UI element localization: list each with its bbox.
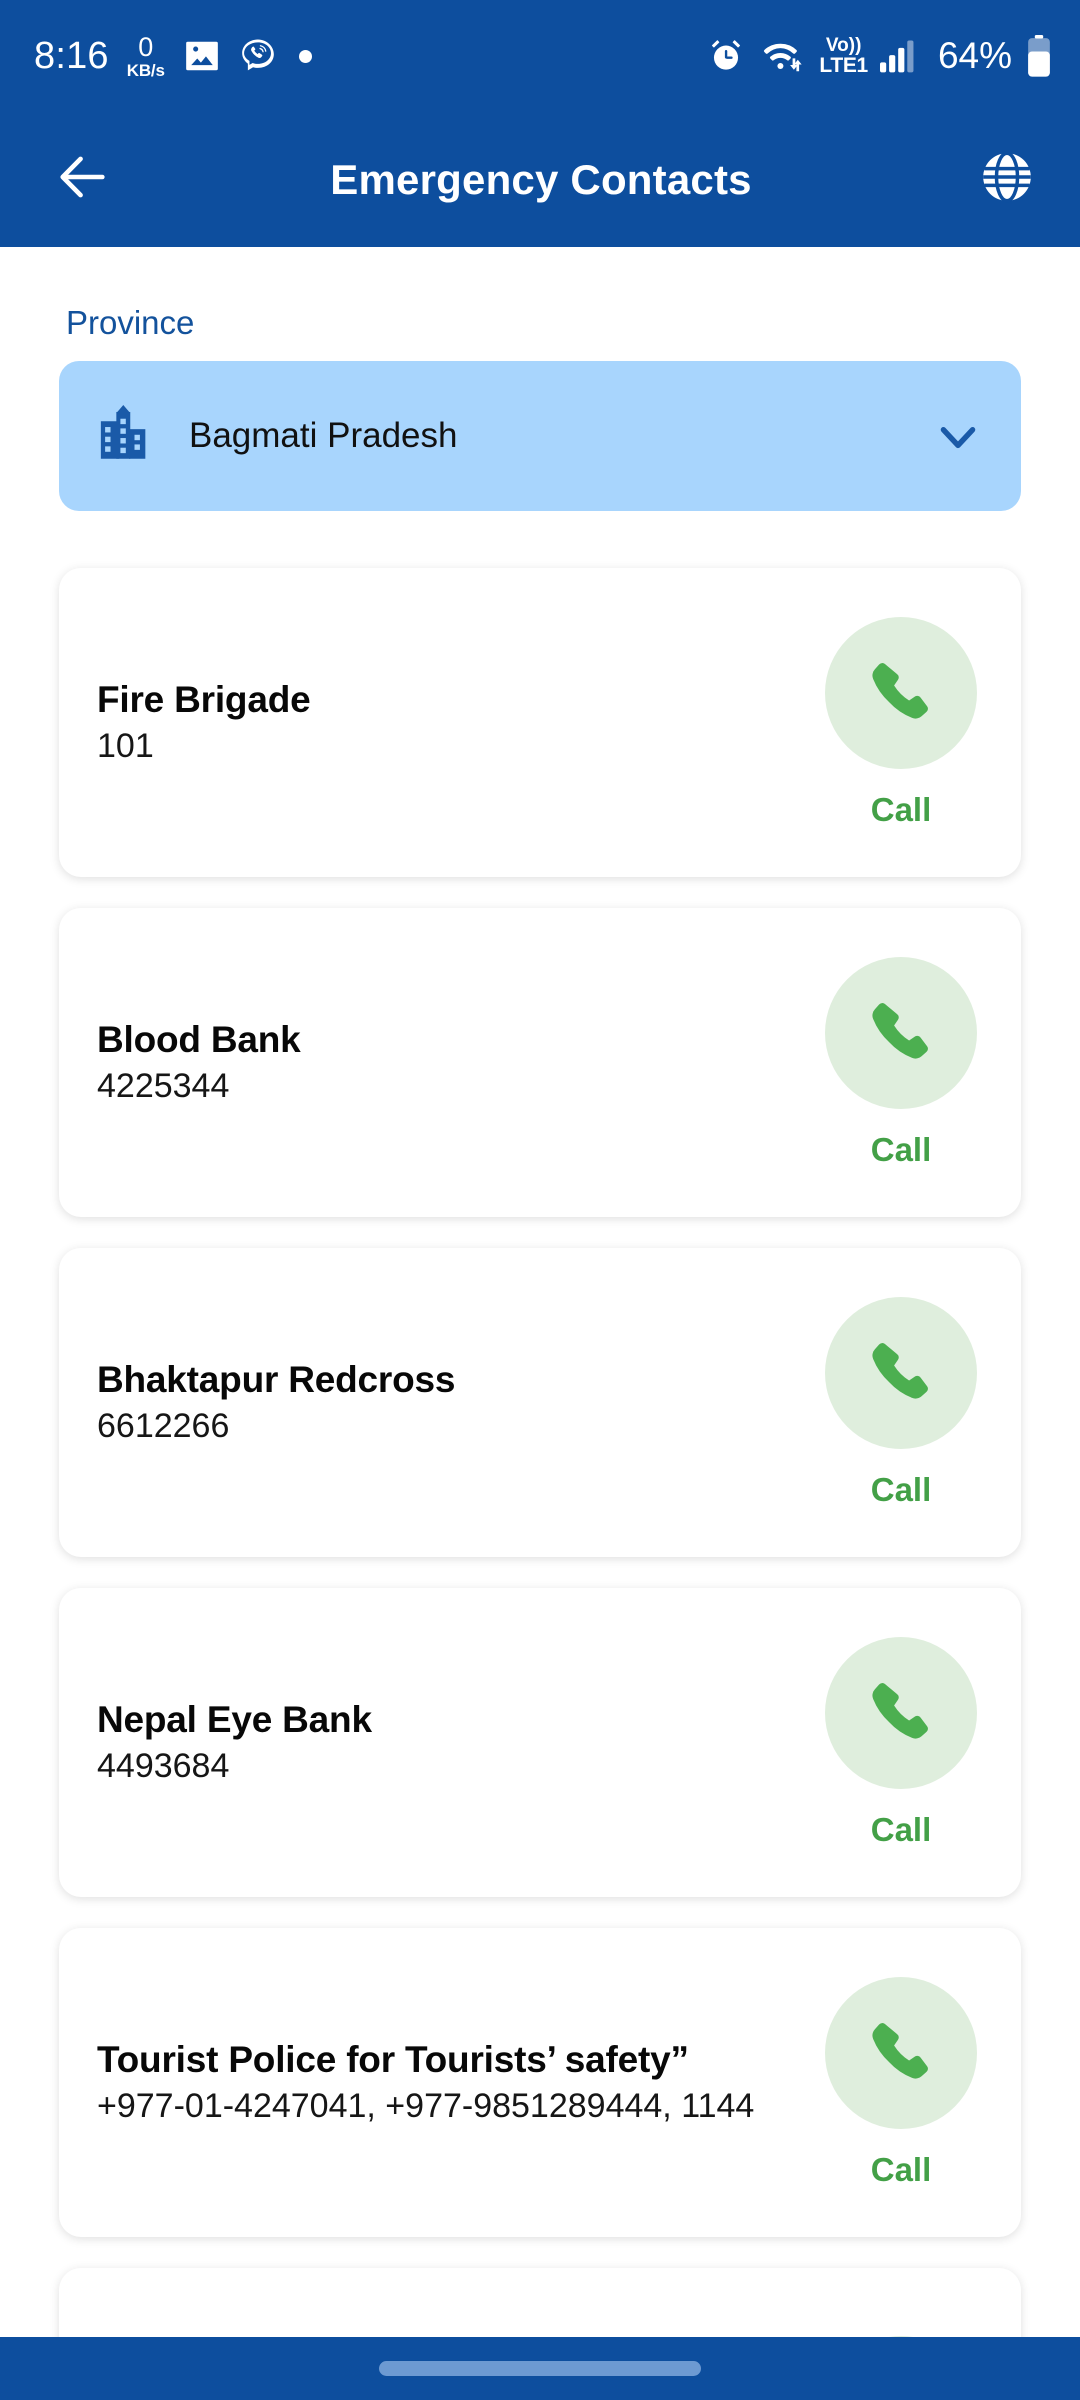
status-bar-right: Vo)) LTE1 64%	[707, 35, 1052, 77]
call-button[interactable]	[825, 1636, 977, 1789]
call-label: Call	[870, 790, 932, 828]
chevron-down-icon[interactable]	[933, 411, 983, 461]
status-bar: 8:16 0 KB/s Vo)) LTE1 64%	[0, 0, 1080, 112]
status-bar-left: 8:16 0 KB/s	[34, 31, 312, 80]
contact-name: Tourist Police for Tourists’ safety”	[97, 2039, 689, 2080]
battery-icon	[1026, 35, 1052, 77]
call-button[interactable]	[825, 616, 977, 769]
main-content: Province Bagmati Pradesh Fire Brigade 10…	[0, 247, 1080, 2337]
phone-icon	[865, 2014, 937, 2091]
back-arrow-icon	[54, 148, 112, 211]
contact-number: +977-01-4247041, +977-9851289444, 1144	[97, 2087, 755, 2125]
gallery-icon	[183, 37, 221, 75]
contact-name: Fire Brigade	[97, 679, 311, 720]
app-bar: Emergency Contacts	[0, 112, 1080, 247]
call-label: Call	[870, 1810, 932, 1848]
call-button[interactable]	[825, 1296, 977, 1449]
phone-icon	[865, 1674, 937, 1751]
call-action[interactable]: Call	[811, 616, 991, 829]
call-action[interactable]: Call	[811, 1976, 991, 2189]
contact-name: Nepal Eye Bank	[97, 1699, 372, 1740]
contact-card[interactable]: Tourist Police for Tourists’ safety” +97…	[59, 1928, 1021, 2237]
globe-icon	[979, 149, 1035, 210]
network-speed-value: 0	[138, 31, 154, 62]
contact-card[interactable]: Nepal Eye Bank 4493684 Call	[59, 1588, 1021, 1897]
contact-card[interactable]: Bhaktapur Redcross 6612266 Call	[59, 1248, 1021, 1557]
phone-icon	[865, 654, 937, 731]
phone-icon	[865, 1334, 937, 1411]
home-indicator-pill[interactable]	[379, 2361, 701, 2376]
call-action[interactable]: Call	[811, 1636, 991, 1849]
call-label: Call	[870, 1470, 932, 1508]
signal-bars-icon	[879, 39, 920, 73]
contact-number: 101	[97, 727, 154, 765]
call-label: Call	[870, 1130, 932, 1168]
back-button[interactable]	[48, 145, 118, 215]
call-action[interactable]: Call	[811, 956, 991, 1169]
contact-info: Fire Brigade 101	[97, 679, 811, 766]
province-dropdown[interactable]: Bagmati Pradesh	[59, 361, 1021, 511]
contact-name: Blood Bank	[97, 1019, 301, 1060]
alarm-icon	[707, 37, 745, 75]
province-label: Province	[66, 304, 195, 341]
contact-info: Nepal Eye Bank 4493684	[97, 1699, 811, 1786]
viber-icon	[239, 37, 277, 75]
contact-number: 4493684	[97, 1747, 230, 1785]
call-button[interactable]	[825, 1976, 977, 2129]
volte-indicator: Vo)) LTE1	[819, 36, 868, 76]
emergency-contacts-list: Fire Brigade 101 Call Blood Bank 4225344	[0, 568, 1080, 2337]
volte-label-bottom: LTE1	[819, 54, 868, 77]
contact-card[interactable]: Fire Brigade 101 Call	[59, 568, 1021, 877]
call-button[interactable]	[825, 956, 977, 1109]
volte-label-top: Vo))	[825, 35, 862, 56]
province-selected-value: Bagmati Pradesh	[189, 416, 458, 455]
contact-info: Tourist Police for Tourists’ safety” +97…	[97, 2039, 811, 2126]
contact-card[interactable]	[59, 2268, 1021, 2337]
contact-number: 4225344	[97, 1067, 230, 1105]
contact-number: 6612266	[97, 1407, 230, 1445]
status-clock: 8:16	[34, 34, 109, 77]
city-building-icon	[97, 403, 155, 470]
contact-info: Bhaktapur Redcross 6612266	[97, 1359, 811, 1446]
network-speed-indicator: 0 KB/s	[126, 31, 165, 80]
network-speed-unit: KB/s	[126, 60, 165, 80]
call-label: Call	[870, 2150, 932, 2188]
call-action[interactable]: Call	[811, 1296, 991, 1509]
dot-indicator-icon	[298, 49, 312, 63]
contact-info: Blood Bank 4225344	[97, 1019, 811, 1106]
wifi-data-transfer-icon	[759, 37, 805, 75]
battery-percentage: 64%	[937, 35, 1012, 76]
page-title: Emergency Contacts	[330, 155, 752, 203]
contact-name: Bhaktapur Redcross	[97, 1359, 456, 1400]
language-button[interactable]	[972, 145, 1042, 215]
system-navigation-bar	[0, 2337, 1080, 2400]
phone-icon	[865, 994, 937, 1071]
contact-card[interactable]: Blood Bank 4225344 Call	[59, 908, 1021, 1217]
